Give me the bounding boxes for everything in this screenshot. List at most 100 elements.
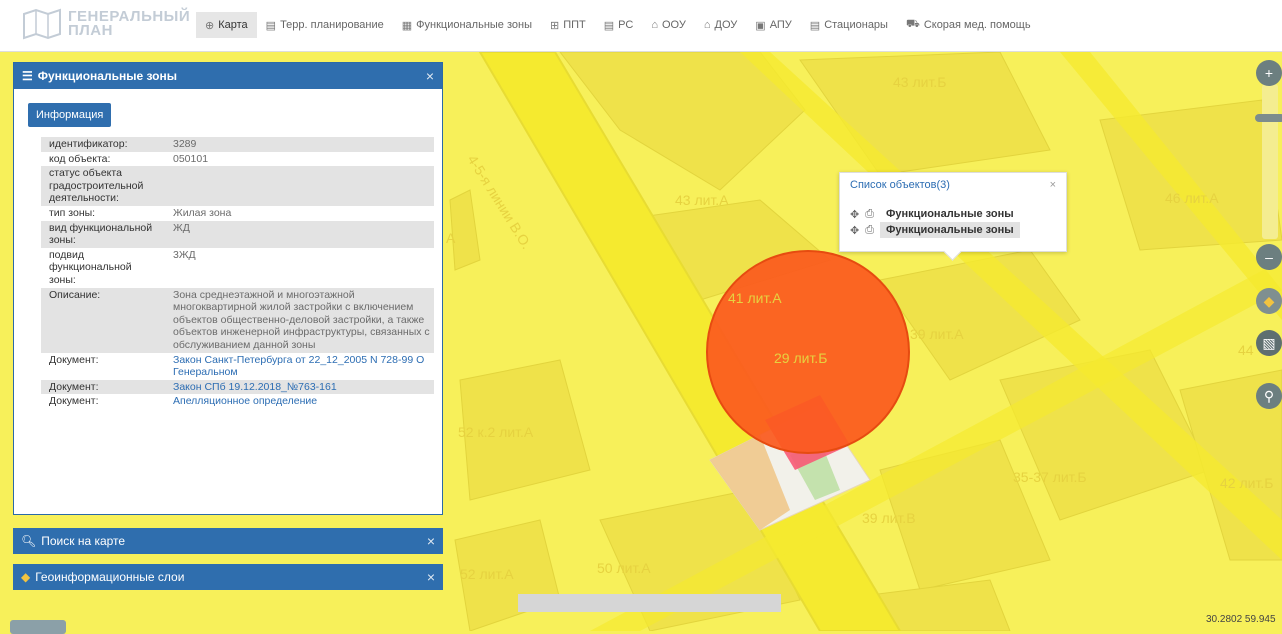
main-nav: ⊕ Карта ▤ Терр. планирование ▦ Функциональные…: [196, 12, 1040, 38]
zoom-out-button[interactable]: –: [1256, 244, 1282, 270]
attribute-row: Документ: Закон СПб 19.12.2018_№763-161: [41, 379, 434, 395]
panel-header: ☰ Функциональные зоны ×: [14, 63, 442, 89]
layers-panel-bar[interactable]: ◆ Геоинформационные слои ×: [13, 564, 443, 590]
measure-icon[interactable]: ▧: [1256, 330, 1282, 356]
map-label: 39 лит.В: [862, 510, 916, 526]
popup-item-selected[interactable]: ✥ ⎙ Функциональные зоны: [850, 222, 1020, 238]
layers-bar-title: Геоинформационные слои: [35, 570, 185, 584]
attribute-key: Документ:: [49, 353, 99, 366]
nav-label: Стационары: [824, 19, 888, 31]
panel-title: Функциональные зоны: [37, 69, 177, 83]
document-link[interactable]: Закон Санкт-Петербурга от 22_12_2005 N 7…: [173, 354, 424, 379]
nav-item[interactable]: ▤ Стационары: [801, 12, 897, 38]
print-icon[interactable]: ⎙: [865, 208, 874, 221]
nav-label: Карта: [218, 19, 248, 31]
logo-line2: ПЛАН: [68, 22, 113, 39]
popup-item[interactable]: ✥ ⎙ Функциональные зоны: [850, 206, 1020, 222]
nav-icon: ⌂: [703, 19, 711, 31]
attribute-row: статус объекта градостроительной деятель…: [41, 166, 434, 206]
print-icon[interactable]: ⎙: [865, 224, 874, 237]
attribute-value-cell: Закон Санкт-Петербурга от 22_12_2005 N 7…: [165, 353, 434, 380]
nav-icon: ▦: [401, 19, 413, 32]
nav-item[interactable]: ▤ Терр. планирование: [257, 12, 393, 38]
move-icon[interactable]: ✥: [850, 208, 859, 221]
nav-label: АПУ: [769, 19, 792, 31]
attribute-row: Документ: Закон Санкт-Петербурга от 22_12…: [41, 353, 434, 380]
attribute-value: [165, 166, 434, 206]
attribute-value: 3289: [165, 137, 434, 152]
layers-icon: ◆: [21, 570, 31, 584]
map-label: А: [446, 230, 456, 246]
attribute-key: Описание:: [41, 287, 165, 353]
attribute-row: идентификатор: 3289: [41, 137, 434, 152]
map-label: 44: [1238, 342, 1254, 358]
nav-item[interactable]: ⊕ Карта: [196, 12, 257, 38]
feature-info-panel: ☰ Функциональные зоны × Информация идент…: [13, 62, 443, 515]
coordinates-readout: 30.2802 59.945: [1206, 614, 1276, 625]
map-label: 29 лит.Б: [774, 350, 828, 366]
map-label: 46 лит.А: [1165, 190, 1219, 206]
nav-label: ДОУ: [714, 19, 738, 31]
map-label: 52 к.2 лит.А: [458, 424, 534, 440]
nav-label: Терр. планирование: [280, 19, 384, 31]
nav-label: Функциональные зоны: [416, 19, 532, 31]
map-label: 39 лит.А: [910, 326, 964, 342]
nav-item[interactable]: ▦ Функциональные зоны: [393, 12, 541, 38]
attribute-value-cell: Апелляционное определение: [165, 394, 434, 409]
attribute-row: Документ: Апелляционное определение: [41, 394, 434, 409]
nav-icon: ▤: [809, 19, 821, 32]
zoom-in-button[interactable]: +: [1256, 60, 1282, 86]
attribute-row: подвид функциональной зоны: 3ЖД: [41, 248, 434, 288]
nav-item[interactable]: ⌂ ООУ: [642, 12, 695, 38]
map-label: 42 лит.Б: [1220, 475, 1274, 491]
attribute-key: статус объекта градостроительной деятель…: [41, 166, 165, 206]
attribute-key: подвид функциональной зоны:: [49, 248, 132, 286]
nav-icon: ⛟: [905, 18, 920, 30]
nav-icon: ⊕: [205, 19, 215, 32]
search-icon: 🔍︎: [21, 534, 37, 548]
nav-label: Скорая мед. помощь: [923, 19, 1031, 31]
map-label: 52 лит.А: [460, 566, 514, 582]
nav-item[interactable]: ▤ РС: [595, 12, 643, 38]
map-label: 43 лит.Б: [893, 74, 947, 90]
search-panel-bar[interactable]: 🔍︎ Поиск на карте ×: [13, 528, 443, 554]
logo[interactable]: ГЕНЕРАЛЬНЫЙ ПЛАН: [22, 8, 190, 40]
map-label: 43 лит.А: [675, 192, 729, 208]
nav-label: РС: [618, 19, 634, 31]
document-link[interactable]: Закон СПб 19.12.2018_№763-161: [173, 381, 337, 393]
attribute-value-cell: Закон СПб 19.12.2018_№763-161: [165, 379, 434, 395]
popup-title: Список объектов(3): [850, 179, 950, 191]
close-icon[interactable]: ×: [1050, 179, 1056, 191]
close-icon[interactable]: ×: [426, 68, 434, 84]
popup-item-label[interactable]: Функциональные зоны: [880, 222, 1020, 238]
attribute-table: идентификатор: 3289 код объекта: 050101 стат…: [41, 137, 434, 409]
attribute-row: Описание: Зона среднеэтажной и многоэтажн…: [41, 287, 434, 353]
close-icon[interactable]: ×: [427, 569, 435, 585]
bottom-left-control[interactable]: [10, 620, 66, 634]
attribute-key: вид функциональной зоны:: [41, 220, 165, 248]
close-icon[interactable]: ×: [427, 533, 435, 549]
nav-item[interactable]: ⛟ Скорая мед. помощь: [897, 12, 1040, 38]
nav-item[interactable]: ▣ АПУ: [746, 12, 801, 38]
layers-toggle-icon[interactable]: ◆: [1256, 288, 1282, 314]
nav-item[interactable]: ⌂ ДОУ: [695, 12, 746, 38]
scale-bar: [518, 594, 781, 612]
popup-item-label[interactable]: Функциональные зоны: [880, 206, 1020, 222]
search-map-button[interactable]: ⚲: [1256, 383, 1282, 409]
top-navigation-bar: ГЕНЕРАЛЬНЫЙ ПЛАН ⊕ Карта ▤ Терр. планирован…: [0, 0, 1282, 52]
attribute-key: Документ:: [41, 379, 165, 395]
document-link[interactable]: Апелляционное определение: [173, 395, 317, 407]
move-icon[interactable]: ✥: [850, 224, 859, 237]
menu-icon: ☰: [22, 69, 33, 83]
attribute-value: 050101: [173, 152, 209, 165]
nav-item[interactable]: ⊞ ППТ: [541, 12, 595, 38]
map-label: 35-37 лит.Б: [1013, 469, 1087, 485]
attribute-value: Зона среднеэтажной и многоэтажной многок…: [165, 287, 434, 353]
zoom-slider-handle[interactable]: [1255, 114, 1282, 122]
attribute-row: тип зоны: Жилая зона: [41, 206, 434, 221]
attribute-row: вид функциональной зоны: ЖД: [41, 220, 434, 248]
info-button[interactable]: Информация: [28, 103, 112, 127]
attribute-key: код объекта:: [49, 152, 111, 165]
attribute-value: Жилая зона: [173, 206, 232, 219]
zoom-slider-track[interactable]: [1262, 84, 1278, 239]
